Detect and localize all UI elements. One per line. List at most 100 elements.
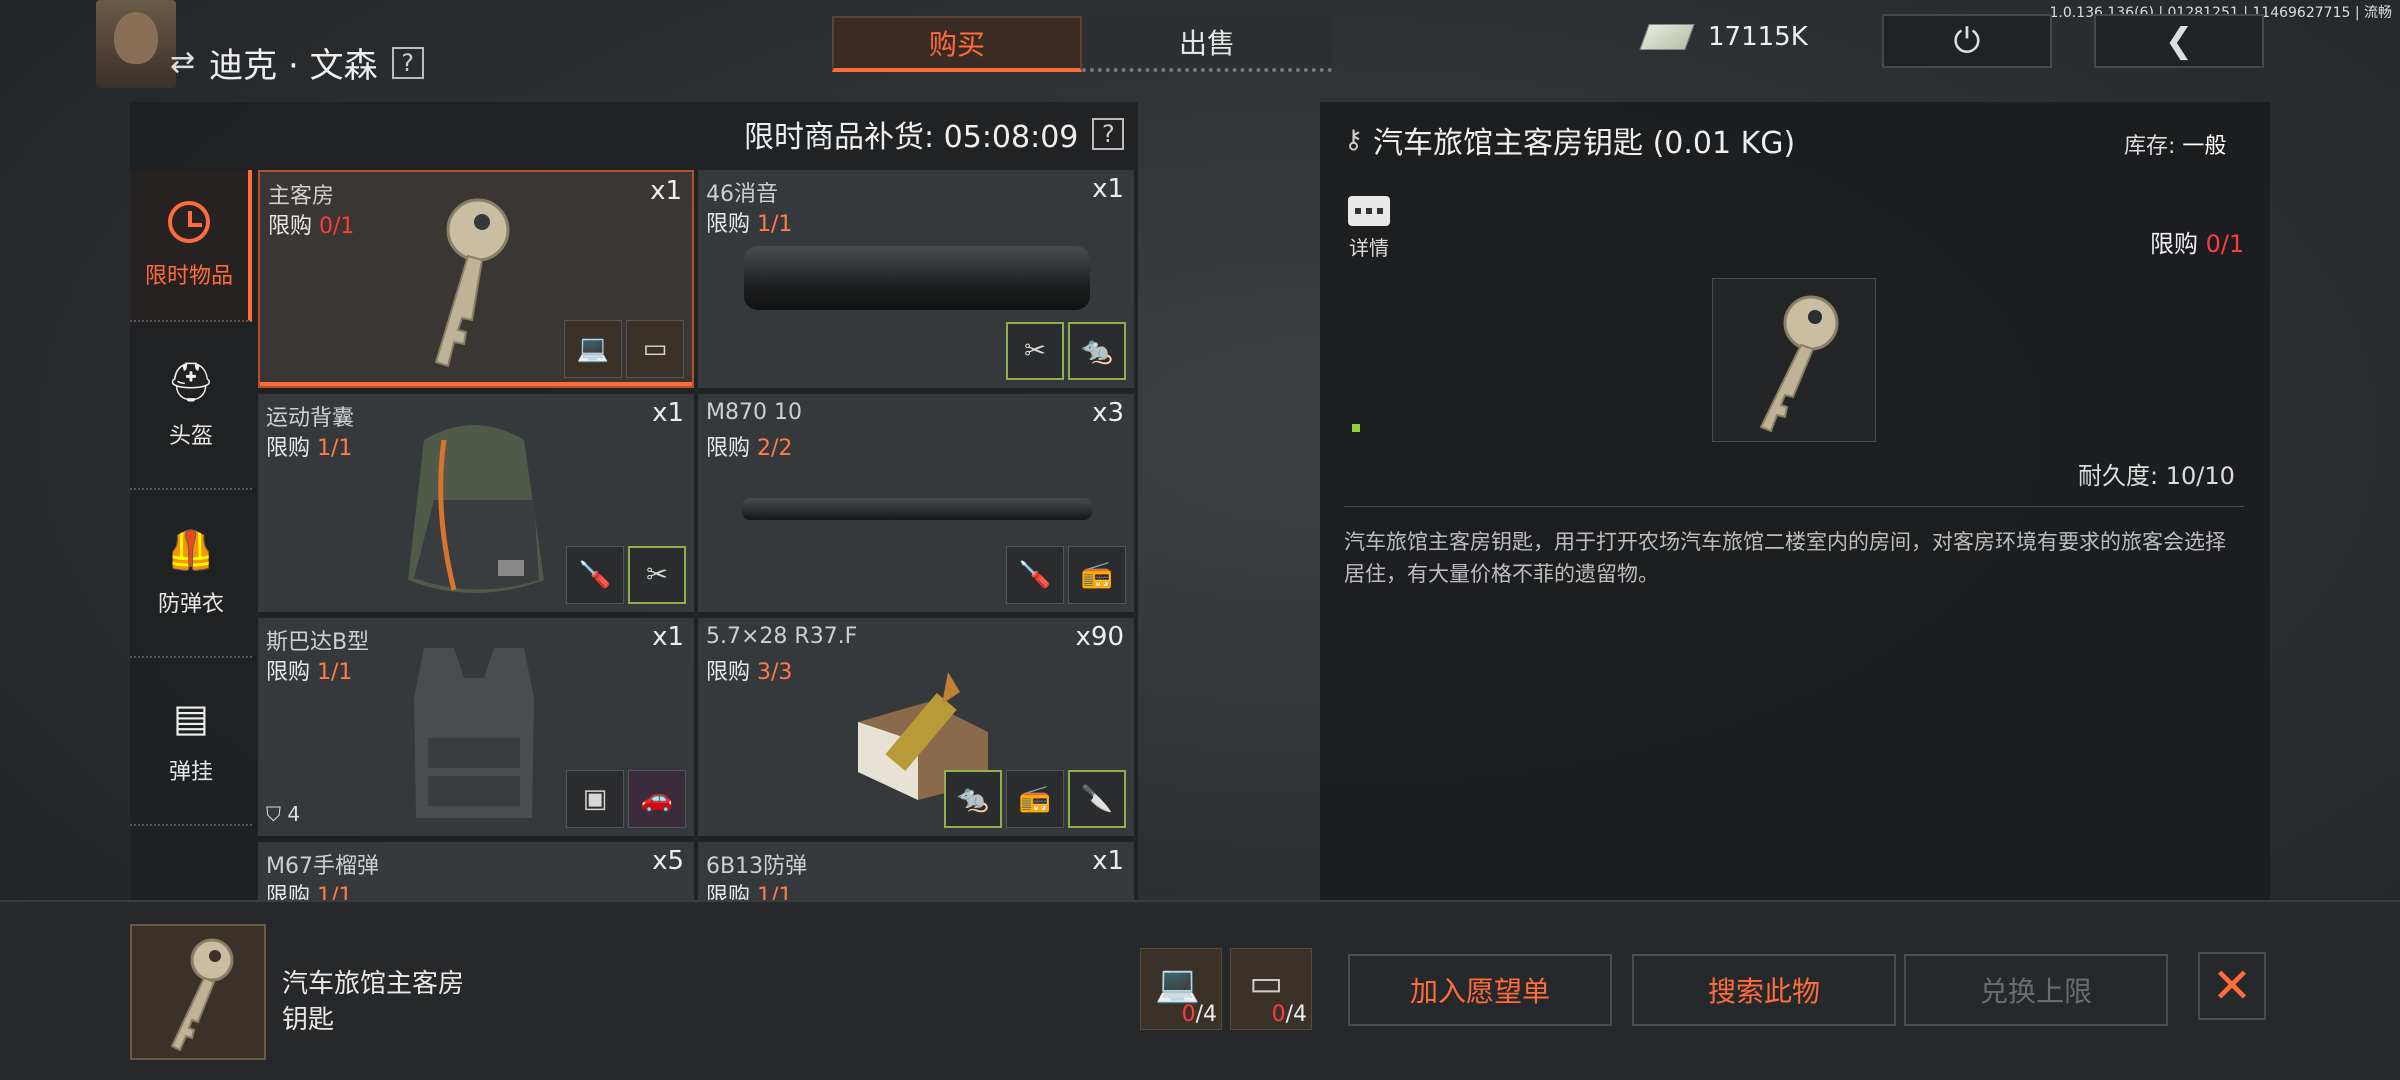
durability: 耐久度: 10/10 [2078, 462, 2235, 490]
laptop-icon: 💻 [564, 320, 622, 378]
detail-button[interactable]: 详情 [1348, 196, 1390, 261]
item-limit: 限购 1/1 [266, 436, 353, 461]
help-button[interactable]: ? [391, 46, 424, 79]
item-card-m870-barrel[interactable]: M870 10 限购 2/2 x3 🪛 📻 [698, 394, 1134, 612]
item-tags: ▣ 🚗 [566, 770, 686, 828]
swap-icon[interactable]: ⇄ [170, 45, 195, 80]
restock-help-button[interactable]: ? [1092, 118, 1125, 150]
rat-icon: 🐀 [944, 770, 1002, 828]
item-card-spartan-vest[interactable]: 斯巴达B型 限购 1/1 x1 ⛉ 4 ▣ 🚗 [258, 618, 694, 836]
detail-panel [1320, 102, 2270, 900]
detail-label: 详情 [1349, 236, 1389, 260]
tool-icon: ✂ [1006, 322, 1064, 380]
key-icon: ⚷ [1344, 125, 1364, 155]
item-name: 运动背囊 [266, 406, 355, 431]
detail-title-text: 汽车旅馆主客房钥匙 (0.01 KG) [1373, 126, 1796, 161]
vest-image [414, 648, 534, 818]
laptop-icon: 💻 [1155, 964, 1200, 1005]
item-limit: 限购 0/1 [268, 214, 355, 239]
item-tags: 💻 ▭ [564, 320, 684, 378]
exchange-limit-button[interactable]: 兑换上限 [1904, 954, 2168, 1026]
item-limit: 限购 2/2 [706, 436, 793, 461]
pliers-icon: ✂ [628, 546, 686, 604]
key-image [434, 198, 510, 368]
detail-limit: 限购 0/1 [2150, 230, 2245, 258]
detail-title: ⚷ 汽车旅馆主客房钥匙 (0.01 KG) [1344, 118, 1795, 162]
tab-sell[interactable]: 出售 [1082, 16, 1332, 72]
car-icon: 🚗 [628, 770, 686, 828]
item-tags: 🐀 📻 🔪 [944, 770, 1126, 828]
add-to-wishlist-button[interactable]: 加入愿望单 [1348, 954, 1612, 1026]
power-button[interactable]: ⏻ [1882, 14, 2052, 68]
key-image [170, 938, 234, 1052]
close-button[interactable]: ✕ [2198, 952, 2266, 1020]
item-tags: ✂ 🐀 [1006, 322, 1126, 380]
item-limit: 限购 1/1 [266, 884, 353, 900]
category-limited[interactable]: 限时物品 [130, 170, 252, 322]
item-card-6b13-armor[interactable]: 6B13防弹 限购 1/1 x1 [698, 842, 1134, 900]
category-label: 防弹衣 [157, 592, 224, 617]
category-sidebar: 限时物品 ⛑ 头盔 🦺 防弹衣 ▤ 弹挂 [130, 170, 252, 826]
item-name: 主客房 [268, 184, 335, 209]
divider [1344, 506, 2244, 507]
suppressor-image [744, 246, 1090, 310]
trade-tabs: 购买 出售 [832, 16, 1332, 72]
back-button[interactable]: ❮ [2094, 14, 2264, 68]
item-card-backpack[interactable]: 运动背囊 限购 1/1 x1 🪛 ✂ [258, 394, 694, 612]
detail-item-image [1712, 278, 1876, 442]
item-limit: 限购 3/3 [706, 660, 793, 685]
item-qty: x5 [652, 846, 684, 876]
item-name: 斯巴达B型 [266, 630, 370, 655]
trader-name: 迪克 · 文森 [209, 46, 378, 86]
shield-icon: ⛉ [266, 802, 281, 826]
item-card-suppressor[interactable]: 46消音 限购 1/1 x1 ✂ 🐀 [698, 170, 1134, 388]
category-label: 弹挂 [168, 760, 213, 785]
item-name: 5.7×28 R37.F [706, 624, 858, 649]
item-qty: x1 [1092, 174, 1124, 204]
screwdriver-icon: 🪛 [566, 546, 624, 604]
item-qty: x1 [652, 398, 684, 428]
radio-icon: 📻 [1006, 770, 1064, 828]
item-tags: 🪛 ✂ [566, 546, 686, 604]
selected-item-name: 汽车旅馆主客房钥匙 [282, 969, 465, 1035]
requirement-count: 0/4 [1181, 1002, 1217, 1027]
tab-buy[interactable]: 购买 [832, 16, 1082, 72]
item-grid: 主客房 限购 0/1 x1 💻 ▭ 46消音 限购 1/1 x1 ✂ 🐀 运动背… [258, 170, 1138, 900]
restock-label: 限时商品补货: 05:08:09 [744, 120, 1079, 155]
screwdriver-icon: 🪛 [1006, 546, 1064, 604]
more-icon [1348, 196, 1390, 226]
item-tags: 🪛 📻 [1006, 546, 1126, 604]
requirement-paper[interactable]: ▭ 0/4 [1230, 948, 1312, 1030]
item-card-grenade[interactable]: M67手榴弹 限购 1/1 x5 [258, 842, 694, 900]
category-label: 头盔 [168, 424, 213, 449]
item-name: M870 10 [706, 400, 802, 425]
knife-icon: 🔪 [1068, 770, 1126, 828]
restock-timer: 限时商品补货: 05:08:09 ? [744, 112, 1125, 156]
avatar[interactable] [96, 0, 176, 88]
stock-status: 库存: 一般 [2124, 134, 2227, 159]
category-label: 限时物品 [144, 264, 233, 289]
item-qty: x1 [1092, 846, 1124, 876]
clock-icon [167, 200, 211, 244]
key-image [1759, 295, 1839, 433]
money-amount: 17115K [1708, 22, 1808, 52]
item-card-ammo-box[interactable]: 5.7×28 R37.F 限购 3/3 x90 🐀 📻 🔪 [698, 618, 1134, 836]
category-helmet[interactable]: ⛑ 头盔 [130, 322, 252, 490]
search-item-button[interactable]: 搜索此物 [1632, 954, 1896, 1026]
vest-icon: 🦺 [167, 527, 215, 572]
item-qty: x90 [1075, 622, 1124, 652]
status-dot [1352, 424, 1360, 432]
back-arrow-icon: ❮ [2164, 21, 2194, 61]
requirement-laptop[interactable]: 💻 0/4 [1140, 948, 1222, 1030]
item-qty: x3 [1092, 398, 1124, 428]
power-icon: ⏻ [1953, 21, 1981, 61]
item-limit: 限购 1/1 [266, 660, 353, 685]
item-qty: x1 [650, 176, 682, 206]
item-qty: x1 [652, 622, 684, 652]
category-vest[interactable]: 🦺 防弹衣 [130, 490, 252, 658]
radio-icon: 📻 [1068, 546, 1126, 604]
requirement-count: 0/4 [1271, 1002, 1307, 1027]
item-card-master-room-key[interactable]: 主客房 限购 0/1 x1 💻 ▭ [258, 170, 694, 388]
armor-level: ⛉ 4 [266, 802, 301, 826]
category-rig[interactable]: ▤ 弹挂 [130, 658, 252, 826]
